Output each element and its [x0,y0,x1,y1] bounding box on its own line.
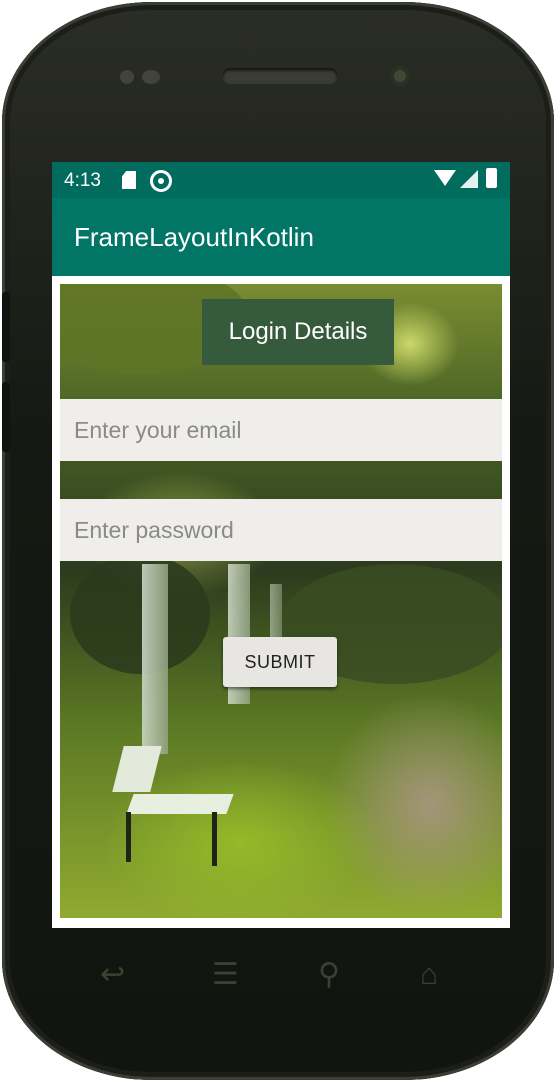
email-field [60,399,502,461]
back-icon[interactable]: ↩ [100,960,125,990]
search-icon[interactable]: ⚲ [318,960,340,990]
password-input[interactable] [60,499,502,561]
proximity-sensor [120,70,134,84]
signal-icon [460,170,478,188]
app-title: FrameLayoutInKotlin [74,222,314,252]
wifi-icon [434,170,456,186]
bench-leg [126,812,131,862]
status-bar: 4:13 [52,162,510,198]
login-title: Login Details [228,318,368,345]
bench-leg [212,812,217,866]
power-button [2,382,10,452]
email-input[interactable] [60,399,502,461]
hardware-nav-bar: ↩ ☰ ⚲ ⌂ [2,942,556,1012]
login-title-box: Login Details [202,299,394,365]
bench-backrest [112,746,162,792]
dark-foliage [70,554,210,674]
home-icon[interactable]: ⌂ [420,960,438,990]
frame-layout-background: Login Details SUBMIT [60,284,502,918]
phone-frame: 4:13 FrameLayoutInKotlin Login Details E… [2,2,554,1080]
submit-button[interactable]: SUBMIT [223,637,337,687]
status-time: 4:13 [64,170,101,191]
tree-trunk [142,564,168,754]
sync-icon [150,170,172,192]
app-bar: FrameLayoutInKotlin [52,198,510,276]
device-screen: 4:13 FrameLayoutInKotlin Login Details E… [52,162,510,928]
menu-icon[interactable]: ☰ [212,960,239,990]
battery-icon [486,168,497,188]
sd-card-icon [122,171,136,189]
password-field [60,499,502,561]
earpiece-speaker [222,68,338,84]
front-camera [390,66,410,86]
light-sensor [142,70,160,84]
volume-button [2,292,10,362]
bench-seat [126,794,234,814]
